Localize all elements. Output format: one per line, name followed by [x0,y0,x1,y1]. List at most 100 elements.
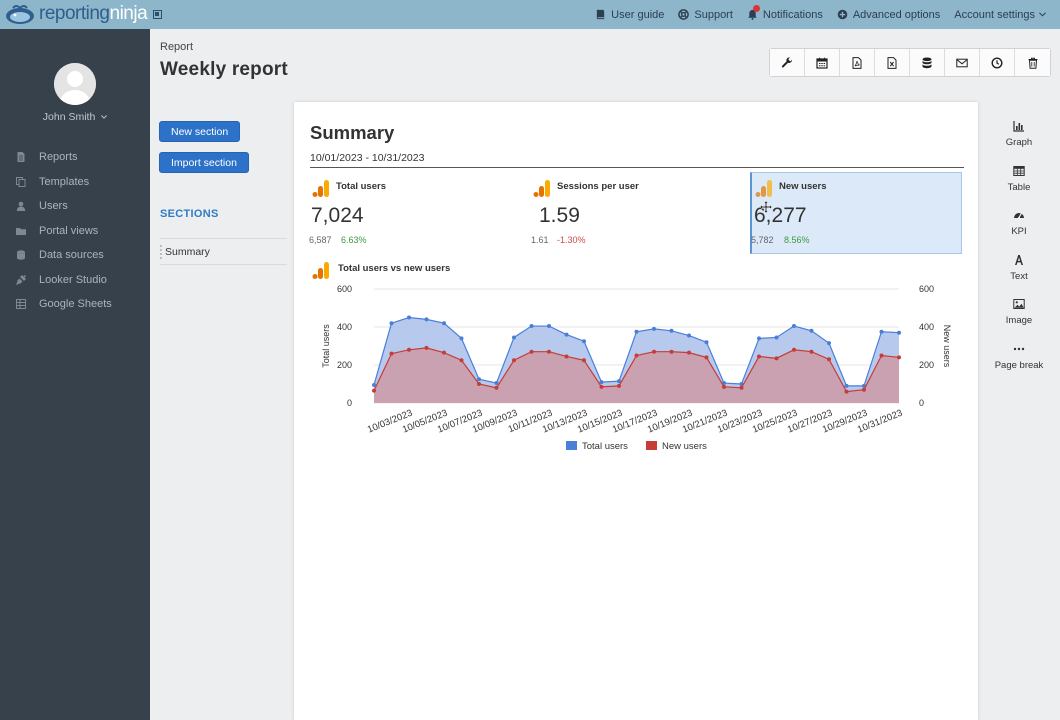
sidebar-item-portal-views[interactable]: Portal views [0,219,150,244]
font-icon [1015,254,1023,265]
plus-circle-icon [837,9,848,20]
legend-swatch [566,441,577,450]
section-item-label: Summary [165,245,210,258]
email-button[interactable] [945,49,980,76]
data-point [809,349,814,354]
kpi-new-users[interactable]: New users 6,277 5,782 8.56% [750,172,962,254]
account-settings-link[interactable]: Account settings [954,9,1046,21]
kpi-change: -1.30% [557,235,586,245]
data-point [862,387,866,392]
sidebar-item-label: Users [39,200,68,213]
data-point [757,336,761,341]
section-title[interactable]: Summary [310,122,394,144]
data-point [512,335,516,340]
breadcrumb[interactable]: Report [160,41,193,53]
export-pdf-button[interactable] [840,49,875,76]
logo[interactable]: reporting ninja [4,3,163,25]
data-point [424,345,429,350]
data-point [669,349,674,354]
clock-icon [991,56,1003,69]
sidebar-item-reports[interactable]: Reports [0,145,150,170]
data-point [879,329,884,334]
add-graph-widget[interactable]: Graph [986,120,1052,165]
add-page-break-widget[interactable]: Page break [986,343,1052,388]
kpi-total-users[interactable]: Total users 7,024 6,587 6.63% [308,172,520,254]
data-point [407,347,411,352]
excel-file-icon [887,56,897,69]
sidebar-item-label: Looker Studio [39,273,107,286]
data-point [599,380,604,385]
data-point [792,347,796,352]
add-image-widget[interactable]: Image [986,298,1052,343]
data-point [844,389,849,394]
y-tick-label-right: 200 [919,360,934,370]
widget-label: Image [1005,315,1033,326]
data-point [512,358,516,363]
export-excel-button[interactable] [875,49,910,76]
top-bar: reporting ninja User guide Support Notifi… [0,0,1060,29]
user-guide-link[interactable]: User guide [595,9,664,21]
whale-logo-icon [6,5,34,24]
settings-button[interactable] [770,49,805,76]
sidebar-item-label: Templates [39,175,90,188]
new-section-button[interactable]: New section [159,121,241,142]
database-icon [922,57,932,68]
chart-title: Total users vs new users [338,263,451,274]
table-icon [16,299,26,310]
book-icon [597,9,605,20]
kpi-sessions-per-user[interactable]: Sessions per user 1.59 1.61 -1.30% [529,172,741,254]
data-point [897,355,901,360]
kpi-value: 7,024 [311,204,364,227]
report-section-card: Summary 10/01/2023 - 10/31/2023 Total us… [294,102,978,720]
y-tick-label-left: 200 [337,360,352,370]
data-point [897,330,901,335]
sidebar-item-users[interactable]: Users [0,194,150,219]
drag-handle-icon[interactable] [160,245,163,259]
schedule-button[interactable] [805,49,840,76]
import-section-button[interactable]: Import section [159,152,249,173]
advanced-options-link[interactable]: Advanced options [837,9,940,21]
sidebar-item-google-sheets[interactable]: Google Sheets [0,292,150,317]
section-item-summary[interactable]: Summary [160,238,287,265]
history-button[interactable] [980,49,1015,76]
table-icon [1013,165,1025,176]
sidebar-item-looker-studio[interactable]: Looker Studio [0,268,150,293]
data-point [389,321,394,326]
widget-label: Page break [994,359,1044,371]
delete-button[interactable] [1015,49,1050,76]
legend-swatch [646,441,657,450]
widget-label: Text [1010,270,1028,282]
data-point [704,340,709,345]
avatar[interactable] [54,63,96,105]
data-point [652,326,656,331]
y-tick-label-left: 400 [337,322,352,332]
kpi-previous-value: 1.61 [531,235,549,245]
area-chart[interactable]: 0 0 200 200 400 400 600 600 Total users New users… [294,277,978,567]
add-text-widget[interactable]: Text [986,254,1052,299]
sidebar-item-label: Portal views [39,224,99,237]
y-tick-label-right: 600 [919,284,934,294]
legend-label: Total users [582,441,628,452]
data-point [687,333,691,338]
add-kpi-widget[interactable]: KPI [986,209,1052,254]
data-button[interactable] [910,49,945,76]
google-analytics-icon [312,180,329,197]
date-range: 10/01/2023 - 10/31/2023 [310,152,425,164]
data-point [494,381,499,386]
notification-badge [752,4,760,12]
data-point [529,349,534,354]
sidebar-item-data-sources[interactable]: Data sources [0,243,150,268]
y-axis-title-right: New users [942,325,952,368]
sidebar-item-templates[interactable]: Templates [0,170,150,195]
data-point [827,357,831,362]
lifebuoy-icon [678,9,690,20]
sidebar-item-label: Google Sheets [39,298,112,311]
collapse-sidebar-icon[interactable] [153,9,163,19]
add-table-widget[interactable]: Table [986,165,1052,210]
notifications-link[interactable]: Notifications [747,4,823,21]
user-menu[interactable]: John Smith [0,111,150,123]
data-point [774,335,779,340]
kpi-change: 6.63% [341,235,367,245]
wrench-icon [781,56,793,67]
support-link[interactable]: Support [678,9,733,21]
